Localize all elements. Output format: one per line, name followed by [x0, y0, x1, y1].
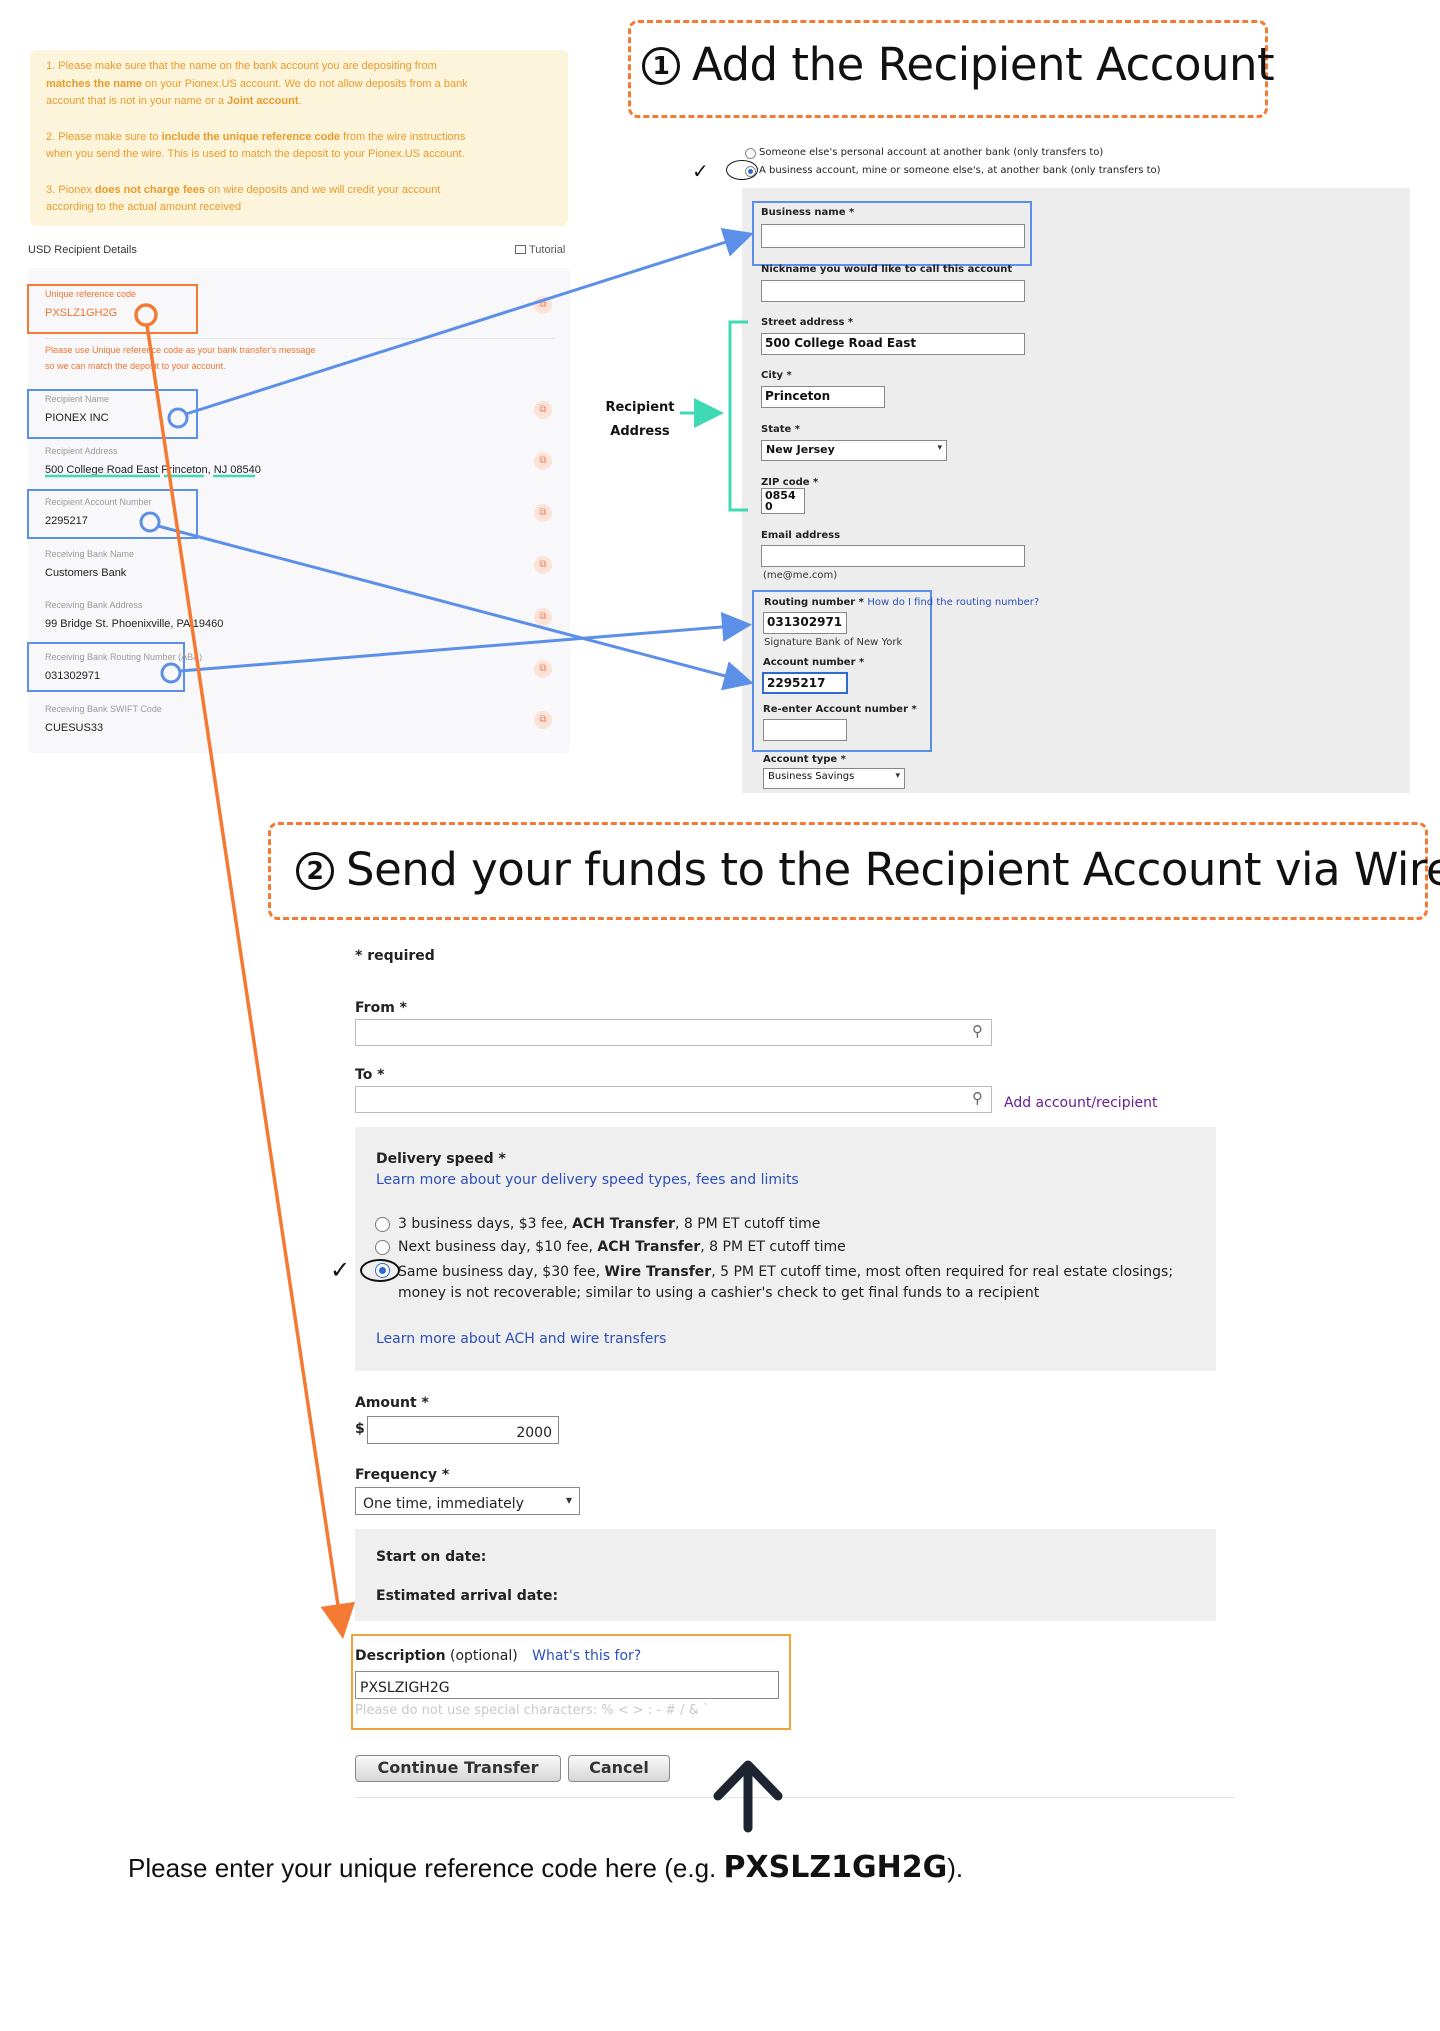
address-bracket	[680, 320, 748, 512]
blue-connector-arrows	[139, 227, 754, 691]
up-arrow-icon	[713, 1760, 783, 1833]
orange-connector-arrow	[134, 303, 356, 1639]
annotation-overlay	[45, 227, 783, 1833]
